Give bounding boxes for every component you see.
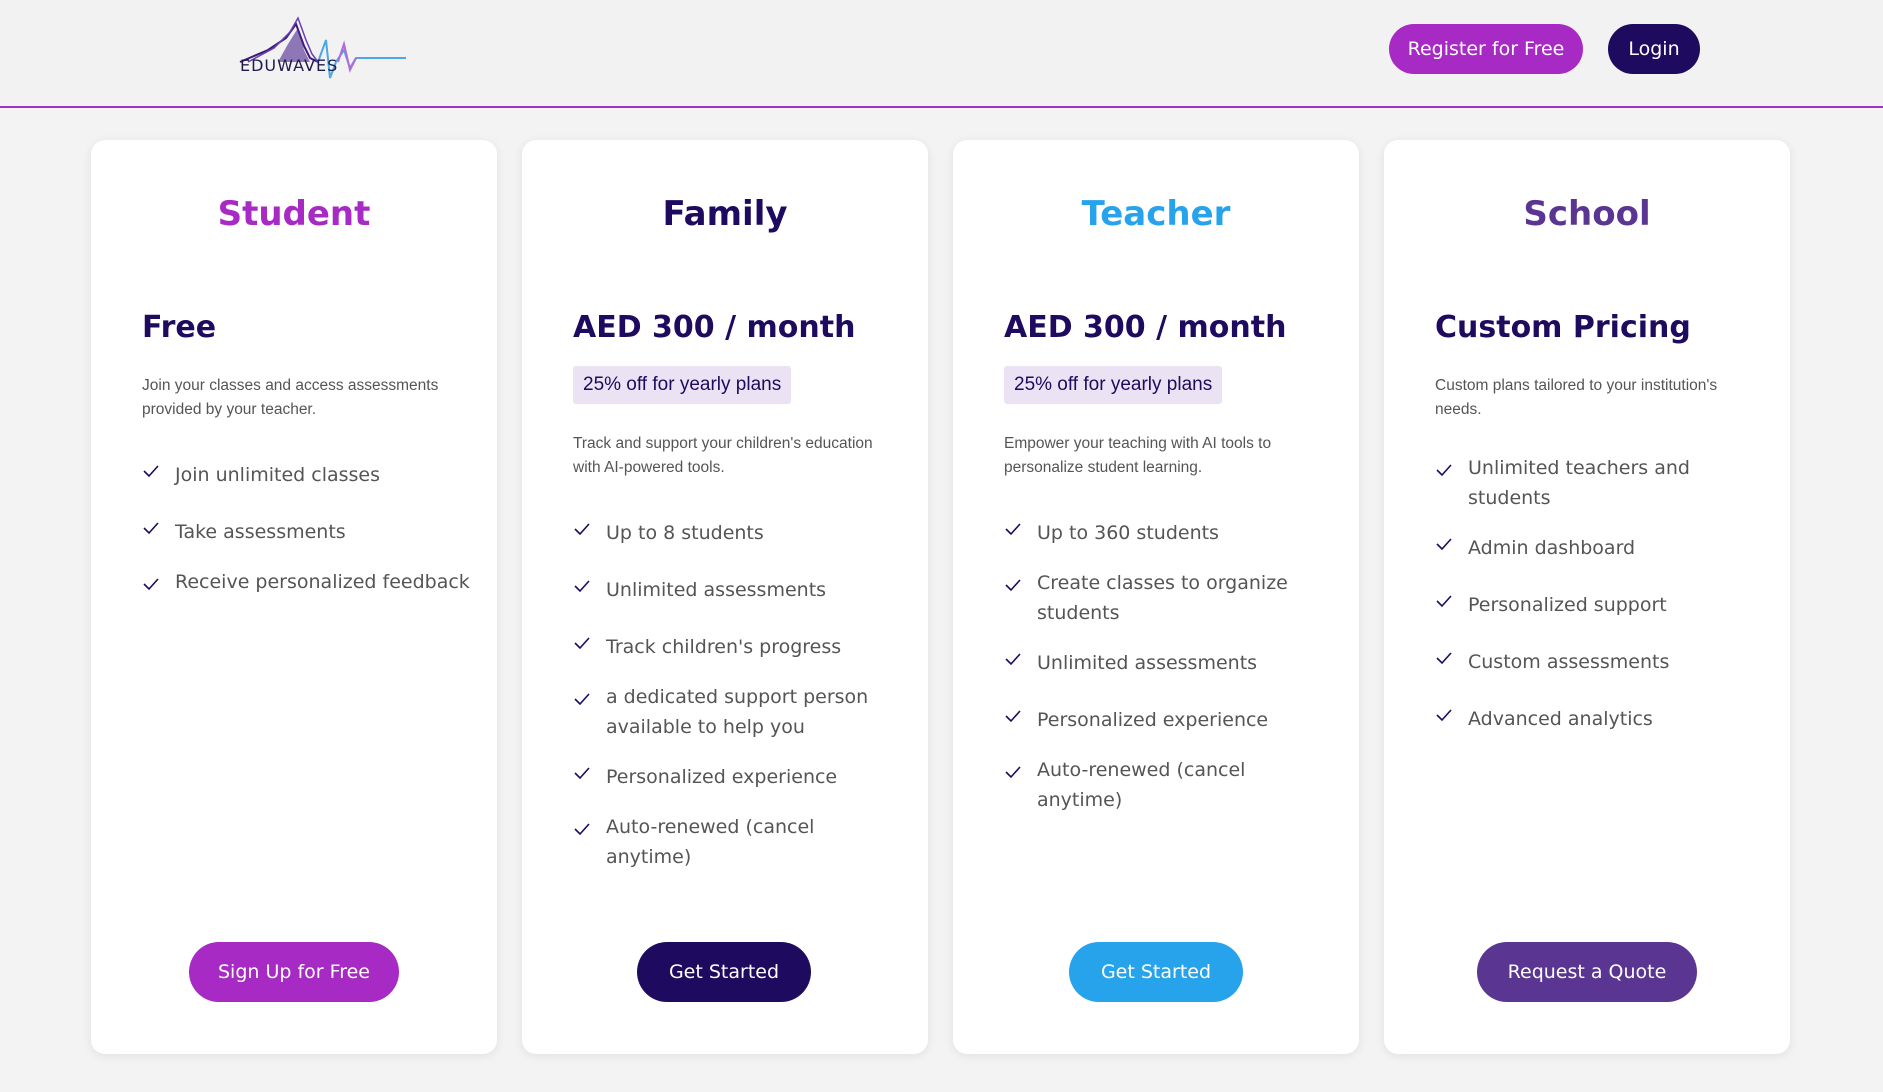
register-for-free-button[interactable]: Register for Free: [1389, 24, 1583, 74]
feature-item: Up to 8 students: [573, 518, 903, 548]
discount-badge: 25% off for yearly plans: [573, 366, 792, 404]
plan-description: Empower your teaching with AI tools to p…: [1004, 435, 1272, 476]
plan-name: Family: [662, 194, 788, 234]
get-started-button-family[interactable]: Get Started: [637, 942, 811, 1002]
plan-name: School: [1523, 194, 1651, 234]
check-icon: [1005, 710, 1021, 723]
request-a-quote-button[interactable]: Request a Quote: [1477, 942, 1697, 1002]
feature-list: Unlimited teachers and students Admin da…: [1435, 453, 1765, 734]
plan-description: Custom plans tailored to your institutio…: [1435, 377, 1718, 418]
check-icon: [574, 767, 590, 780]
check-icon: [1005, 579, 1021, 592]
feature-item: Join unlimited classes: [142, 460, 472, 490]
check-icon: [1436, 652, 1452, 665]
plan-card-school: School Custom Pricing Custom plans tailo…: [1384, 140, 1790, 1054]
feature-item: Receive personalized feedback: [142, 567, 472, 597]
feature-item: Take assessments: [142, 517, 472, 547]
logo-wordmark: EDUWAVES: [240, 56, 339, 75]
discount-badge: 25% off for yearly plans: [1004, 366, 1223, 404]
check-icon: [1436, 464, 1452, 477]
get-started-button-teacher[interactable]: Get Started: [1069, 942, 1243, 1002]
plan-name: Student: [217, 194, 371, 234]
plan-card-teacher: Teacher AED 300 / month 25% off for year…: [953, 140, 1359, 1054]
feature-item: Personalized support: [1435, 590, 1765, 620]
feature-item: Custom assessments: [1435, 647, 1765, 677]
check-icon: [143, 465, 159, 478]
feature-item: Unlimited assessments: [1004, 648, 1334, 678]
feature-list: Up to 360 students Create classes to org…: [1004, 518, 1334, 815]
check-icon: [1436, 709, 1452, 722]
plan-price: Free: [142, 310, 217, 345]
feature-item: Auto-renewed (cancel anytime): [1004, 755, 1334, 815]
check-icon: [1436, 538, 1452, 551]
sign-up-for-free-button[interactable]: Sign Up for Free: [189, 942, 399, 1002]
check-icon: [143, 522, 159, 535]
check-icon: [1436, 595, 1452, 608]
feature-list: Join unlimited classes Take assessments …: [142, 460, 472, 597]
login-button[interactable]: Login: [1608, 24, 1700, 74]
feature-item: a dedicated support person available to …: [573, 682, 903, 742]
check-icon: [574, 580, 590, 593]
plan-card-student: Student Free Join your classes and acces…: [91, 140, 497, 1054]
feature-item: Advanced analytics: [1435, 704, 1765, 734]
plan-price: AED 300 / month: [573, 310, 856, 345]
feature-item: Create classes to organize students: [1004, 568, 1334, 628]
top-navigation-bar: EDUWAVES Register for Free Login: [0, 0, 1883, 108]
plan-price: Custom Pricing: [1435, 310, 1691, 345]
plan-card-family: Family AED 300 / month 25% off for yearl…: [522, 140, 928, 1054]
check-icon: [1005, 523, 1021, 536]
feature-item: Admin dashboard: [1435, 533, 1765, 563]
feature-item: Unlimited teachers and students: [1435, 453, 1765, 513]
feature-item: Auto-renewed (cancel anytime): [573, 812, 903, 872]
plan-name: Teacher: [1081, 194, 1231, 234]
feature-list: Up to 8 students Unlimited assessments T…: [573, 518, 903, 872]
check-icon: [1005, 766, 1021, 779]
feature-item: Track children's progress: [573, 632, 903, 662]
check-icon: [1005, 653, 1021, 666]
feature-item: Unlimited assessments: [573, 575, 903, 605]
feature-item: Personalized experience: [573, 762, 903, 792]
check-icon: [143, 578, 159, 591]
plan-description: Join your classes and access assessments…: [142, 377, 439, 418]
feature-item: Personalized experience: [1004, 705, 1334, 735]
plan-price: AED 300 / month: [1004, 310, 1287, 345]
feature-item: Up to 360 students: [1004, 518, 1334, 548]
plan-description: Track and support your children's educat…: [573, 435, 873, 476]
check-icon: [574, 693, 590, 706]
check-icon: [574, 523, 590, 536]
check-icon: [574, 637, 590, 650]
check-icon: [574, 823, 590, 836]
